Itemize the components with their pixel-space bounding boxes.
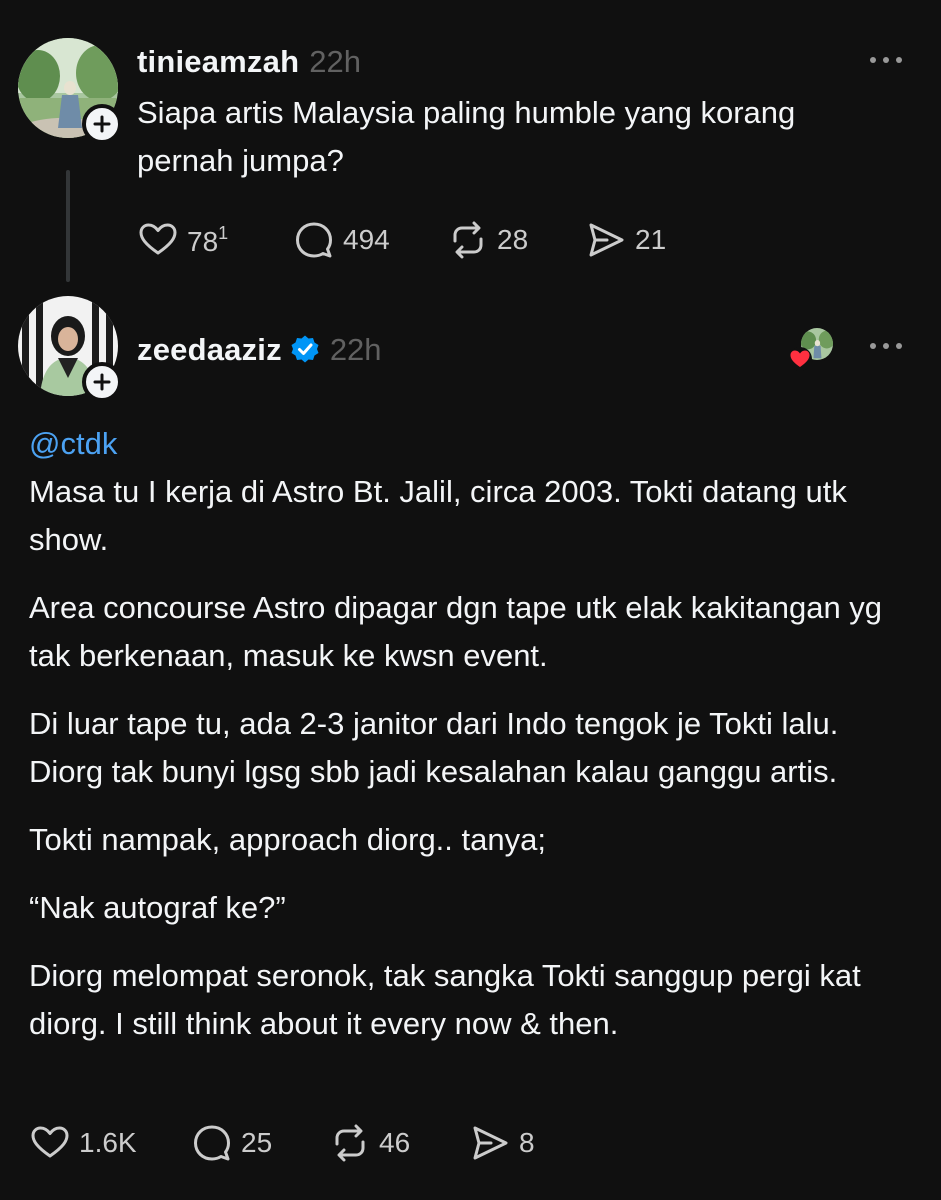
post-text-line: pernah jumpa?: [137, 143, 344, 178]
repost-count: 46: [379, 1127, 411, 1158]
like-count: 781: [187, 222, 229, 257]
original-post: tinieamzah 22h Siapa artis Malaysia pali…: [0, 0, 941, 290]
reply-button[interactable]: 494: [293, 219, 447, 261]
mention-link[interactable]: @ctdk: [29, 426, 117, 461]
verified-badge-icon: [291, 335, 319, 363]
thread-line: [66, 170, 70, 282]
more-dots-icon[interactable]: [864, 48, 908, 72]
comment-icon: [194, 1125, 230, 1161]
post-text-line: Siapa artis Malaysia paling humble yang …: [137, 95, 796, 130]
post-text: @ctdk Masa tu I kerja di Astro Bt. Jalil…: [29, 420, 909, 1068]
post-header: zeedaaziz 22h: [137, 330, 382, 368]
heart-icon: [31, 1126, 69, 1158]
username[interactable]: tinieamzah: [137, 44, 299, 80]
paragraph: “Nak autograf ke?”: [29, 890, 286, 925]
heart-icon: [139, 223, 177, 255]
post-actions: 1.6K 25 46 8: [29, 1122, 569, 1164]
like-button[interactable]: 781: [137, 219, 293, 261]
post-actions: 781 494 28 21: [137, 219, 685, 261]
like-count: 1.6K: [79, 1127, 137, 1158]
repost-button[interactable]: 46: [329, 1122, 469, 1164]
repost-icon: [453, 221, 483, 259]
comment-icon: [296, 222, 332, 258]
more-dots-icon[interactable]: [864, 334, 908, 358]
share-count: 21: [635, 224, 667, 255]
paragraph: Diorg melompat seronok, tak sangka Tokti…: [29, 958, 861, 1041]
plus-icon: [93, 373, 111, 391]
share-button[interactable]: 21: [585, 219, 685, 261]
reply-button[interactable]: 25: [191, 1122, 329, 1164]
send-icon: [473, 1126, 508, 1160]
reply-count: 494: [343, 224, 390, 255]
repost-button[interactable]: 28: [447, 219, 585, 261]
paragraph: Masa tu I kerja di Astro Bt. Jalil, circ…: [29, 474, 847, 557]
paragraph: Tokti nampak, approach diorg.. tanya;: [29, 822, 546, 857]
username[interactable]: zeedaaziz: [137, 332, 282, 368]
reply-count: 25: [241, 1127, 273, 1158]
reply-post: zeedaaziz 22h @ctdk Masa tu I kerja di A…: [0, 290, 941, 1200]
send-icon: [589, 223, 624, 257]
paragraph: Di luar tape tu, ada 2-3 janitor dari In…: [29, 706, 839, 789]
timestamp: 22h: [309, 44, 361, 79]
share-button[interactable]: 8: [469, 1122, 569, 1164]
post-header: tinieamzah 22h: [137, 44, 361, 80]
follow-button[interactable]: [82, 104, 122, 144]
repost-count: 28: [497, 224, 529, 255]
timestamp: 22h: [329, 332, 382, 367]
paragraph: Area concourse Astro dipagar dgn tape ut…: [29, 590, 883, 673]
repost-icon: [335, 1124, 365, 1162]
follow-button[interactable]: [82, 362, 122, 402]
share-count: 8: [519, 1127, 535, 1158]
heart-badge-icon: [788, 347, 812, 371]
post-text: Siapa artis Malaysia paling humble yang …: [137, 89, 917, 185]
like-button[interactable]: 1.6K: [29, 1122, 191, 1164]
plus-icon: [93, 115, 111, 133]
